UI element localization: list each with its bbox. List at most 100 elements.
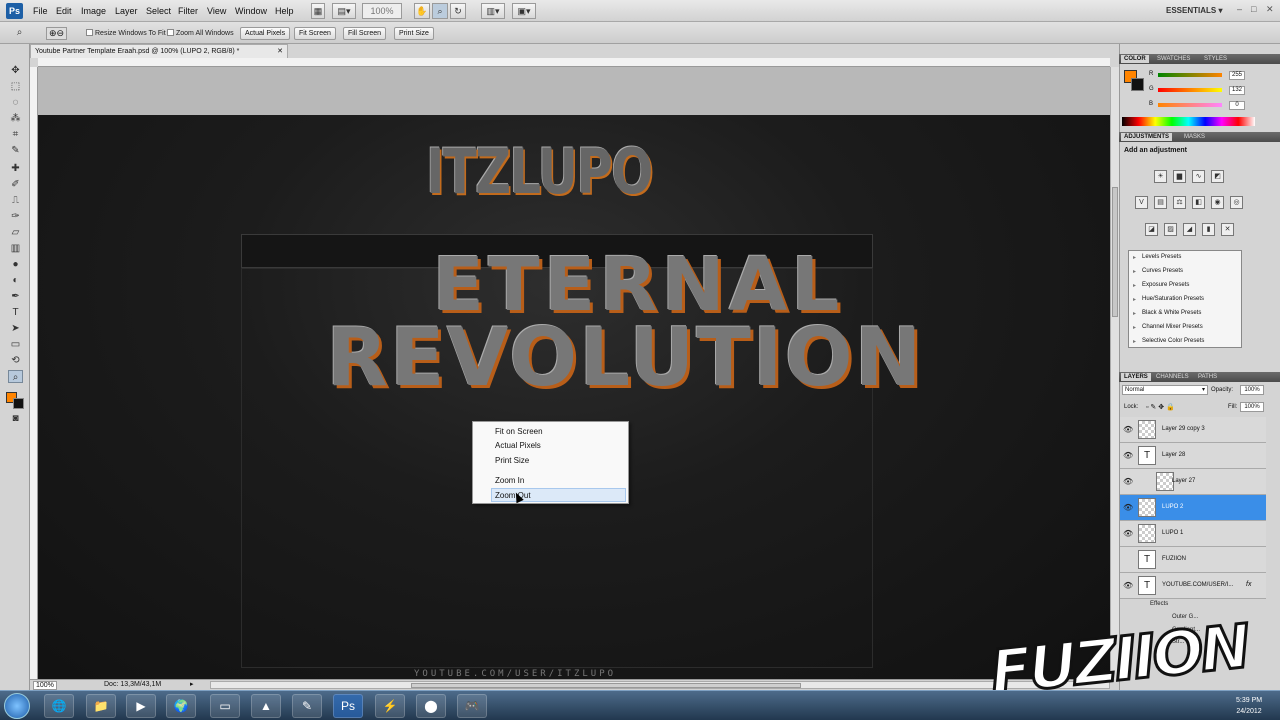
visibility-eye-icon[interactable]: 👁 <box>1123 503 1133 512</box>
eyedropper-tool-icon[interactable]: ✎ <box>8 144 23 157</box>
preset-exposure[interactable]: Exposure Presets <box>1133 282 1189 289</box>
background-color-swatch[interactable] <box>13 398 24 409</box>
fill-screen-button[interactable]: Fill Screen <box>343 27 387 40</box>
preset-hue-saturation[interactable]: Hue/Saturation Presets <box>1133 296 1204 303</box>
curves-icon[interactable]: ∿ <box>1192 170 1205 183</box>
visibility-eye-icon[interactable]: 👁 <box>1123 581 1133 590</box>
taskbar-app-window[interactable]: ▭ <box>210 694 240 718</box>
move-tool-icon[interactable]: ✥ <box>8 64 23 77</box>
menu-item-actual-pixels[interactable]: Actual Pixels <box>495 441 541 450</box>
taskbar-app-vlc[interactable]: ▲ <box>251 694 281 718</box>
3d-rotate-icon[interactable]: ⟲ <box>8 354 23 367</box>
lasso-tool-icon[interactable]: ◌ <box>8 96 23 109</box>
layer-row[interactable]: 👁 Layer 29 copy 3 <box>1120 417 1266 443</box>
document-close-icon[interactable]: ✕ <box>277 45 283 58</box>
color-spectrum-ramp[interactable] <box>1122 117 1255 126</box>
blue-slider[interactable] <box>1158 103 1222 107</box>
preset-curves[interactable]: Curves Presets <box>1133 268 1183 275</box>
tab-layers[interactable]: LAYERS <box>1121 373 1151 381</box>
red-value-input[interactable]: 255 <box>1229 71 1245 80</box>
zoom-tool-icon[interactable]: ⌕ <box>432 3 448 19</box>
eraser-tool-icon[interactable]: ▱ <box>8 226 23 239</box>
taskbar-app-photoshop[interactable]: Ps <box>333 694 363 718</box>
taskbar-app-browser[interactable]: 🌍 <box>166 694 196 718</box>
exposure-icon[interactable]: ◩ <box>1211 170 1224 183</box>
brush-tool-icon[interactable]: ✐ <box>8 178 23 191</box>
menu-item-fit-on-screen[interactable]: Fit on Screen <box>495 427 543 436</box>
layer-row[interactable]: 👁 T YOUTUBE.COM/USER/I... fx <box>1120 573 1266 599</box>
history-brush-icon[interactable]: ✑ <box>8 210 23 223</box>
hue-saturation-icon[interactable]: ▤ <box>1154 196 1167 209</box>
visibility-eye-icon[interactable]: 👁 <box>1123 477 1133 486</box>
dodge-tool-icon[interactable]: ◐ <box>8 274 23 287</box>
tab-color[interactable]: COLOR <box>1121 55 1149 63</box>
blend-mode-select[interactable]: Normal ▾ <box>1122 385 1208 395</box>
fit-screen-button[interactable]: Fit Screen <box>294 27 336 40</box>
layer-row[interactable]: 👁 LUPO 1 <box>1120 521 1266 547</box>
quick-mask-icon[interactable]: ◙ <box>8 412 23 425</box>
taskbar-app-runner[interactable]: ⚡ <box>375 694 405 718</box>
photoshop-logo[interactable]: Ps <box>6 3 23 19</box>
menu-filter[interactable]: Filter <box>178 6 198 16</box>
type-tool-icon[interactable]: T <box>8 306 23 319</box>
black-white-icon[interactable]: ◧ <box>1192 196 1205 209</box>
preset-levels[interactable]: Levels Presets <box>1133 254 1181 261</box>
layer-row-selected[interactable]: 👁 LUPO 2 <box>1120 495 1266 521</box>
levels-icon[interactable]: ▆ <box>1173 170 1186 183</box>
color-background-swatch[interactable] <box>1131 78 1144 91</box>
zoom-tool-icon[interactable]: ⌕ <box>8 370 23 383</box>
tab-paths[interactable]: PATHS <box>1195 373 1220 381</box>
pen-tool-icon[interactable]: ✒ <box>8 290 23 303</box>
horizontal-scroll-thumb[interactable] <box>411 683 801 688</box>
opacity-input[interactable]: 100% <box>1240 385 1264 395</box>
layer-row[interactable]: 👁 T Layer 28 <box>1120 443 1266 469</box>
minimize-button[interactable]: – <box>1237 4 1242 14</box>
menu-layer[interactable]: Layer <box>115 6 138 16</box>
actual-pixels-button[interactable]: Actual Pixels <box>240 27 291 40</box>
fill-input[interactable]: 100% <box>1240 402 1264 412</box>
menu-view[interactable]: View <box>207 6 226 16</box>
layer-row[interactable]: T FUZIION <box>1120 547 1266 573</box>
tab-channels[interactable]: CHANNELS <box>1153 373 1192 381</box>
menu-help[interactable]: Help <box>275 6 294 16</box>
invert-icon[interactable]: ◪ <box>1145 223 1158 236</box>
start-button[interactable] <box>4 693 30 719</box>
arrange-documents-icon[interactable]: ▥▾ <box>481 3 505 19</box>
path-select-icon[interactable]: ➤ <box>8 322 23 335</box>
menu-edit[interactable]: Edit <box>56 6 72 16</box>
tab-swatches[interactable]: SWATCHES <box>1154 55 1193 63</box>
status-arrow-icon[interactable]: ▸ <box>190 680 194 688</box>
visibility-eye-icon[interactable]: 👁 <box>1123 425 1133 434</box>
tab-styles[interactable]: STYLES <box>1201 55 1230 63</box>
vertical-scroll-thumb[interactable] <box>1112 187 1118 317</box>
print-size-button[interactable]: Print Size <box>394 27 434 40</box>
taskbar-app-explorer[interactable]: 📁 <box>86 694 116 718</box>
visibility-eye-icon[interactable]: 👁 <box>1123 451 1133 460</box>
menu-select[interactable]: Select <box>146 6 171 16</box>
taskbar-app-notes[interactable]: ✎ <box>292 694 322 718</box>
lock-icons[interactable]: ▫ ✎ ✥ 🔒 <box>1146 403 1175 411</box>
extras-icon[interactable]: ▤▾ <box>332 3 356 19</box>
preset-selective-color[interactable]: Selective Color Presets <box>1133 338 1204 345</box>
close-button[interactable]: ✕ <box>1266 4 1274 15</box>
menu-window[interactable]: Window <box>235 6 267 16</box>
maximize-button[interactable]: □ <box>1251 4 1256 14</box>
channel-mixer-icon[interactable]: ◎ <box>1230 196 1243 209</box>
status-zoom[interactable]: 100% <box>33 681 57 690</box>
vibrance-icon[interactable]: V <box>1135 196 1148 209</box>
clone-stamp-icon[interactable]: ⎍ <box>8 194 23 207</box>
hand-tool-icon[interactable]: ✋ <box>414 3 430 19</box>
zoom-tool-preset-icon[interactable]: ⌕ <box>12 26 27 39</box>
bridge-icon[interactable]: ▦ <box>311 3 325 19</box>
taskbar-app-chrome[interactable]: 🌐 <box>44 694 74 718</box>
tab-masks[interactable]: MASKS <box>1181 133 1208 141</box>
visibility-eye-icon[interactable]: 👁 <box>1123 529 1133 538</box>
shape-tool-icon[interactable]: ▭ <box>8 338 23 351</box>
quick-select-tool-icon[interactable]: ⁂ <box>8 112 23 125</box>
marquee-tool-icon[interactable]: ⬚ <box>8 80 23 93</box>
menu-item-zoom-in[interactable]: Zoom In <box>495 476 524 485</box>
brightness-icon[interactable]: ☀ <box>1154 170 1167 183</box>
taskbar-app-torrent[interactable]: ⬤ <box>416 694 446 718</box>
threshold-icon[interactable]: ◢ <box>1183 223 1196 236</box>
photo-filter-icon[interactable]: ◉ <box>1211 196 1224 209</box>
